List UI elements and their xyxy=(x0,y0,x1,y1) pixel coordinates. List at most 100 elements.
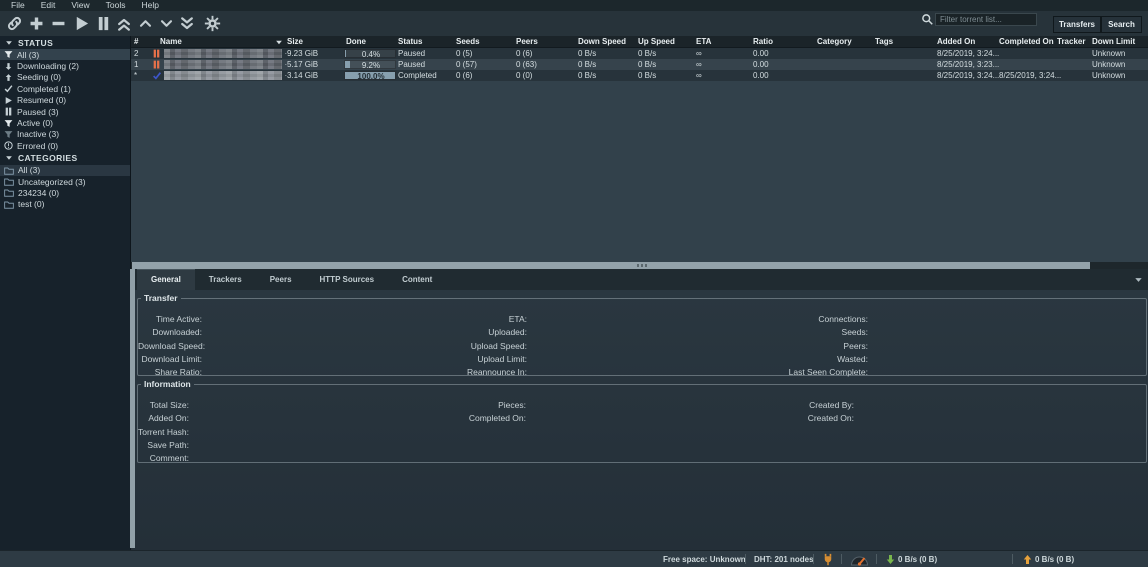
sidebar-item-paused[interactable]: Paused (3) xyxy=(0,106,130,117)
download-speed-arrow-icon xyxy=(886,554,895,565)
col-header-status[interactable]: Status xyxy=(398,37,422,46)
col-header-tracker[interactable]: Tracker xyxy=(1057,37,1085,46)
add-torrent-button[interactable] xyxy=(24,14,48,33)
menu-view[interactable]: View xyxy=(63,0,97,11)
separator xyxy=(841,554,842,564)
download-arrow-icon xyxy=(4,62,13,71)
col-header-added-on[interactable]: Added On xyxy=(937,37,975,46)
menu-tools[interactable]: Tools xyxy=(98,0,134,11)
table-row[interactable]: * 3.14 GiB 100.0% Completed 0 (6) 0 (0) … xyxy=(131,70,1148,81)
delete-torrent-button[interactable] xyxy=(46,14,70,33)
col-header-eta[interactable]: ETA xyxy=(696,37,711,46)
connection-status-icon[interactable] xyxy=(822,553,834,566)
horizontal-scrollbar-track[interactable] xyxy=(131,262,1148,269)
folder-icon xyxy=(4,188,14,197)
sidebar-item-uncategorized[interactable]: Uncategorized (3) xyxy=(0,176,130,187)
progress-bar: 9.2% xyxy=(344,60,396,69)
menu-bar: File Edit View Tools Help xyxy=(0,0,1148,11)
sidebar-item-active[interactable]: Active (0) xyxy=(0,117,130,128)
tab-trackers[interactable]: Trackers xyxy=(195,269,256,290)
resume-button[interactable] xyxy=(69,14,93,33)
transfer-labels-col3: Connections:Seeds: Peers:Wasted: Last Se… xyxy=(721,313,868,379)
collapse-pane-caret-icon[interactable] xyxy=(1134,276,1143,284)
dht-nodes-label[interactable]: DHT: 201 nodes xyxy=(754,555,814,564)
information-labels-col1: Total Size:Added On: Torrent Hash:Save P… xyxy=(138,399,189,465)
search-icon xyxy=(921,13,933,25)
sidebar-item-resumed[interactable]: Resumed (0) xyxy=(0,95,130,106)
col-header-num[interactable]: # xyxy=(134,37,138,46)
sidebar-item-all-status[interactable]: All (3) xyxy=(0,49,130,60)
tab-transfers[interactable]: Transfers xyxy=(1053,16,1101,33)
col-header-size[interactable]: Size xyxy=(287,37,303,46)
funnel-icon xyxy=(4,50,13,59)
separator xyxy=(1012,554,1013,564)
upload-speed-arrow-icon xyxy=(1023,554,1032,565)
tab-http-sources[interactable]: HTTP Sources xyxy=(306,269,389,290)
transfer-labels-col1: Time Active:Downloaded: Download Speed:D… xyxy=(138,313,202,379)
torrent-list-empty-area[interactable] xyxy=(131,81,1148,262)
col-header-down-speed[interactable]: Down Speed xyxy=(578,37,626,46)
queue-bottom-button[interactable] xyxy=(175,14,199,33)
sidebar-item-test[interactable]: test (0) xyxy=(0,199,130,210)
col-header-category[interactable]: Category xyxy=(817,37,852,46)
plus-icon xyxy=(28,15,45,32)
horizontal-scrollbar-thumb[interactable] xyxy=(132,262,1090,269)
col-header-ratio[interactable]: Ratio xyxy=(753,37,773,46)
sidebar-item-completed[interactable]: Completed (1) xyxy=(0,83,130,94)
sidebar-item-inactive[interactable]: Inactive (3) xyxy=(0,129,130,140)
folder-icon xyxy=(4,166,14,175)
qbittorrent-window: File Edit View Tools Help xyxy=(0,0,1148,567)
col-header-done[interactable]: Done xyxy=(346,37,366,46)
col-header-seeds[interactable]: Seeds xyxy=(456,37,480,46)
separator xyxy=(876,554,877,564)
chevron-down-icon xyxy=(159,16,174,31)
menu-help[interactable]: Help xyxy=(133,0,166,11)
col-header-completed-on[interactable]: Completed On xyxy=(999,37,1054,46)
transfer-legend: Transfer xyxy=(141,293,181,303)
download-speed-label[interactable]: 0 B/s (0 B) xyxy=(898,555,937,564)
information-group: Information Total Size:Added On: Torrent… xyxy=(137,379,1147,463)
options-button[interactable] xyxy=(200,14,224,33)
table-row[interactable]: 2 9.23 GiB 0.4% Paused 0 (5) 0 (6) 0 B/s… xyxy=(131,48,1148,59)
folder-icon xyxy=(4,177,14,186)
folder-icon xyxy=(4,200,14,209)
play-icon xyxy=(4,96,13,105)
funnel-icon xyxy=(4,119,13,128)
col-header-peers[interactable]: Peers xyxy=(516,37,538,46)
separator xyxy=(813,554,814,564)
table-row[interactable]: 1 5.17 GiB 9.2% Paused 0 (57) 0 (63) 0 B… xyxy=(131,59,1148,70)
upload-speed-label[interactable]: 0 B/s (0 B) xyxy=(1035,555,1074,564)
sidebar-item-downloading[interactable]: Downloading (2) xyxy=(0,60,130,71)
menu-edit[interactable]: Edit xyxy=(33,0,64,11)
sort-caret-icon xyxy=(275,39,283,46)
menu-file[interactable]: File xyxy=(3,0,33,11)
upload-arrow-icon xyxy=(4,73,13,82)
sidebar: STATUS All (3) Downloading (2) Seeding (… xyxy=(0,36,131,550)
sidebar-item-errored[interactable]: Errored (0) xyxy=(0,140,130,151)
alt-speed-gauge-icon[interactable] xyxy=(850,554,869,566)
sidebar-item-seeding[interactable]: Seeding (0) xyxy=(0,72,130,83)
categories-section-header[interactable]: CATEGORIES xyxy=(0,152,130,165)
funnel-icon xyxy=(4,130,13,139)
add-torrent-link-button[interactable] xyxy=(2,14,26,33)
collapse-caret-icon xyxy=(5,154,13,162)
collapse-caret-icon xyxy=(5,39,13,47)
tab-general[interactable]: General xyxy=(137,269,195,290)
filter-torrent-input[interactable] xyxy=(935,13,1037,26)
col-header-name[interactable]: Name xyxy=(160,37,182,46)
torrent-name-redacted xyxy=(164,49,282,58)
col-header-down-limit[interactable]: Down Limit xyxy=(1092,37,1135,46)
sidebar-item-all-categories[interactable]: All (3) xyxy=(0,165,130,176)
col-header-tags[interactable]: Tags xyxy=(875,37,893,46)
general-details-pane: Transfer Time Active:Downloaded: Downloa… xyxy=(131,290,1148,550)
gear-icon xyxy=(204,15,221,32)
tab-content[interactable]: Content xyxy=(388,269,446,290)
paused-state-icon xyxy=(152,60,161,69)
information-labels-col3: Created By:Created On: xyxy=(721,399,854,426)
status-section-header[interactable]: STATUS xyxy=(0,36,130,49)
sidebar-item-234234[interactable]: 234234 (0) xyxy=(0,187,130,198)
col-header-up-speed[interactable]: Up Speed xyxy=(638,37,675,46)
tab-peers[interactable]: Peers xyxy=(256,269,306,290)
tab-search[interactable]: Search xyxy=(1101,16,1142,33)
torrent-table-header: # Name Size Done Status Seeds Peers Down… xyxy=(131,36,1148,48)
